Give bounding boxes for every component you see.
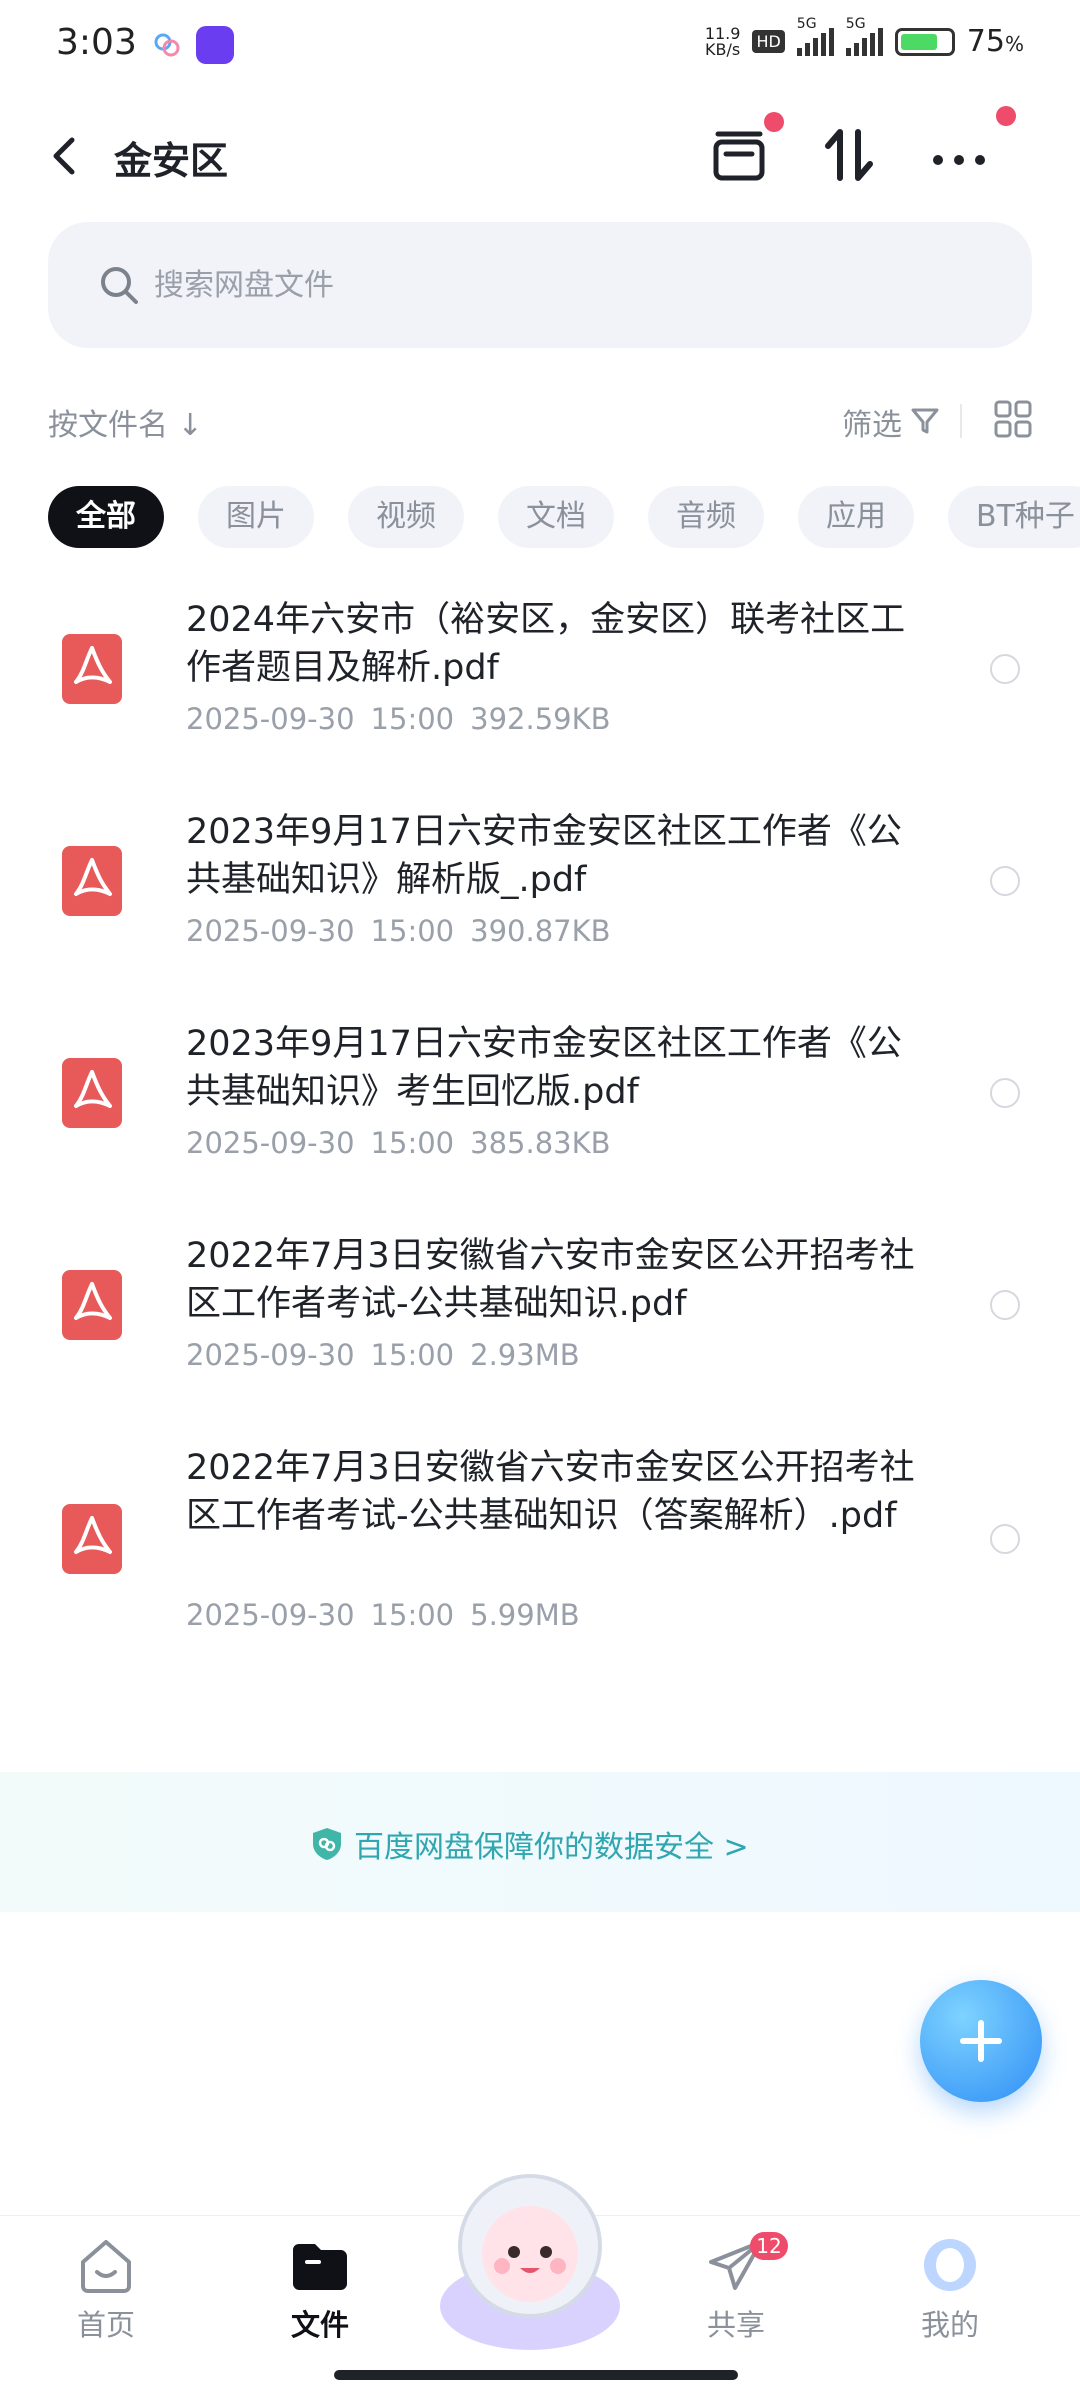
app-notification-icon: [196, 26, 234, 64]
home-indicator: [334, 2370, 738, 2380]
sort-filter-row: 按文件名 ↓ 筛选: [48, 396, 1032, 446]
select-radio[interactable]: [990, 866, 1020, 896]
file-name: 2022年7月3日安徽省六安市金安区公开招考社区工作者考试-公共基础知识.pdf: [186, 1236, 915, 1324]
more-dots-icon: [933, 155, 985, 165]
status-time: 3:03: [56, 22, 137, 63]
search-icon: [101, 267, 138, 304]
file-name: 2022年7月3日安徽省六安市金安区公开招考社区工作者考试-公共基础知识（答案解…: [186, 1448, 915, 1536]
filter-icon[interactable]: [910, 406, 940, 436]
archive-box-icon: [713, 131, 765, 181]
back-arrow-icon[interactable]: [44, 128, 84, 184]
status-bar: 3:03 11.9 KB/s HD 5G 5G 75%: [0, 0, 1080, 96]
divider: [960, 404, 962, 438]
chip-documents[interactable]: 文档: [498, 486, 614, 548]
chip-bt-torrents[interactable]: BT种子: [948, 486, 1080, 548]
pdf-file-icon: [62, 1504, 122, 1574]
select-radio[interactable]: [990, 1290, 1020, 1320]
data-safety-banner[interactable]: 百度网盘保障你的数据安全 >: [0, 1772, 1080, 1912]
search-input[interactable]: [154, 258, 954, 312]
nav-files[interactable]: 文件: [260, 2236, 380, 2344]
file-name: 2024年六安市（裕安区，金安区）联考社区工作者题目及解析.pdf: [186, 600, 906, 688]
signal-2-icon: 5G: [845, 16, 883, 56]
file-meta: 2025-09-30 15:00 2.93MB: [186, 1338, 580, 1372]
recycle-bin-button[interactable]: [704, 112, 784, 190]
file-row[interactable]: 2023年9月17日六安市金安区社区工作者《公共基础知识》考生回忆版.pdf 2…: [0, 1014, 1080, 1226]
folder-icon: [293, 2244, 347, 2290]
signal-1-icon: 5G: [796, 16, 834, 56]
file-name: 2023年9月17日六安市金安区社区工作者《公共基础知识》考生回忆版.pdf: [186, 1024, 902, 1112]
nav-share[interactable]: 12 共享: [676, 2232, 796, 2344]
chip-apps[interactable]: 应用: [798, 486, 914, 548]
file-meta: 2025-09-30 15:00 390.87KB: [186, 914, 611, 948]
profile-icon: [924, 2239, 976, 2291]
transfer-arrows-icon: [825, 129, 873, 181]
filter-button[interactable]: 筛选: [842, 400, 902, 444]
add-fab-button[interactable]: [920, 1980, 1042, 2102]
file-row[interactable]: 2024年六安市（裕安区，金安区）联考社区工作者题目及解析.pdf 2025-0…: [0, 590, 1080, 802]
file-meta: 2025-09-30 15:00 392.59KB: [186, 702, 611, 736]
status-indicators: 11.9 KB/s HD 5G 5G 75%: [704, 16, 1024, 60]
file-row[interactable]: 2023年9月17日六安市金安区社区工作者《公共基础知识》解析版_.pdf 20…: [0, 802, 1080, 1014]
select-radio[interactable]: [990, 654, 1020, 684]
cloud-app-icon: [154, 33, 180, 57]
pdf-file-icon: [62, 846, 122, 916]
transfer-button[interactable]: [814, 120, 884, 190]
nav-mine[interactable]: 我的: [890, 2236, 1010, 2344]
page-title: 金安区: [114, 139, 229, 183]
file-row[interactable]: 2022年7月3日安徽省六安市金安区公开招考社区工作者考试-公共基础知识（答案解…: [0, 1438, 1080, 1698]
notification-dot: [764, 112, 784, 132]
mascot-avatar-icon[interactable]: [430, 2156, 630, 2356]
share-badge: 12: [750, 2232, 788, 2260]
shield-icon: [313, 1828, 341, 1860]
battery-icon: [894, 27, 955, 56]
net-speed: 11.9 KB/s: [704, 23, 741, 59]
pdf-file-icon: [62, 1270, 122, 1340]
file-list: 2024年六安市（裕安区，金安区）联考社区工作者题目及解析.pdf 2025-0…: [0, 590, 1080, 1698]
file-meta: 2025-09-30 15:00 385.83KB: [186, 1126, 611, 1160]
chip-images[interactable]: 图片: [198, 486, 314, 548]
chip-videos[interactable]: 视频: [348, 486, 464, 548]
notification-dot: [996, 106, 1016, 126]
header: 金安区: [0, 106, 1080, 200]
sort-by-name-button[interactable]: 按文件名 ↓: [48, 400, 203, 444]
pdf-file-icon: [62, 1058, 122, 1128]
safety-banner-text: 百度网盘保障你的数据安全 >: [354, 1830, 749, 1865]
category-chips: 全部 图片 视频 文档 音频 应用 BT种子: [48, 486, 1080, 550]
file-name: 2023年9月17日六安市金安区社区工作者《公共基础知识》解析版_.pdf: [186, 812, 902, 900]
more-button[interactable]: [924, 106, 1016, 190]
search-bar[interactable]: [48, 222, 1032, 348]
plus-icon: [960, 2020, 1002, 2062]
chip-audio[interactable]: 音频: [648, 486, 764, 548]
file-meta: 2025-09-30 15:00 5.99MB: [186, 1598, 580, 1632]
chip-all[interactable]: 全部: [48, 486, 164, 548]
grid-view-icon[interactable]: [994, 400, 1032, 438]
nav-home[interactable]: 首页: [46, 2236, 166, 2344]
file-row[interactable]: 2022年7月3日安徽省六安市金安区公开招考社区工作者考试-公共基础知识.pdf…: [0, 1226, 1080, 1438]
battery-percent: 75%: [966, 24, 1024, 59]
hd-icon: HD: [752, 30, 785, 53]
select-radio[interactable]: [990, 1524, 1020, 1554]
select-radio[interactable]: [990, 1078, 1020, 1108]
pdf-file-icon: [62, 634, 122, 704]
home-icon: [81, 2240, 131, 2293]
